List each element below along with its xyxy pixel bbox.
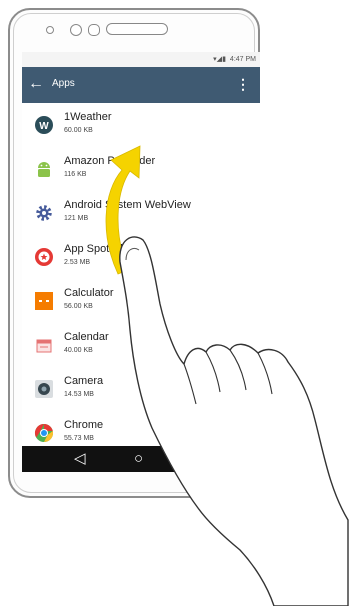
gesture-overlay bbox=[105, 145, 349, 606]
hand-illustration bbox=[119, 236, 349, 606]
